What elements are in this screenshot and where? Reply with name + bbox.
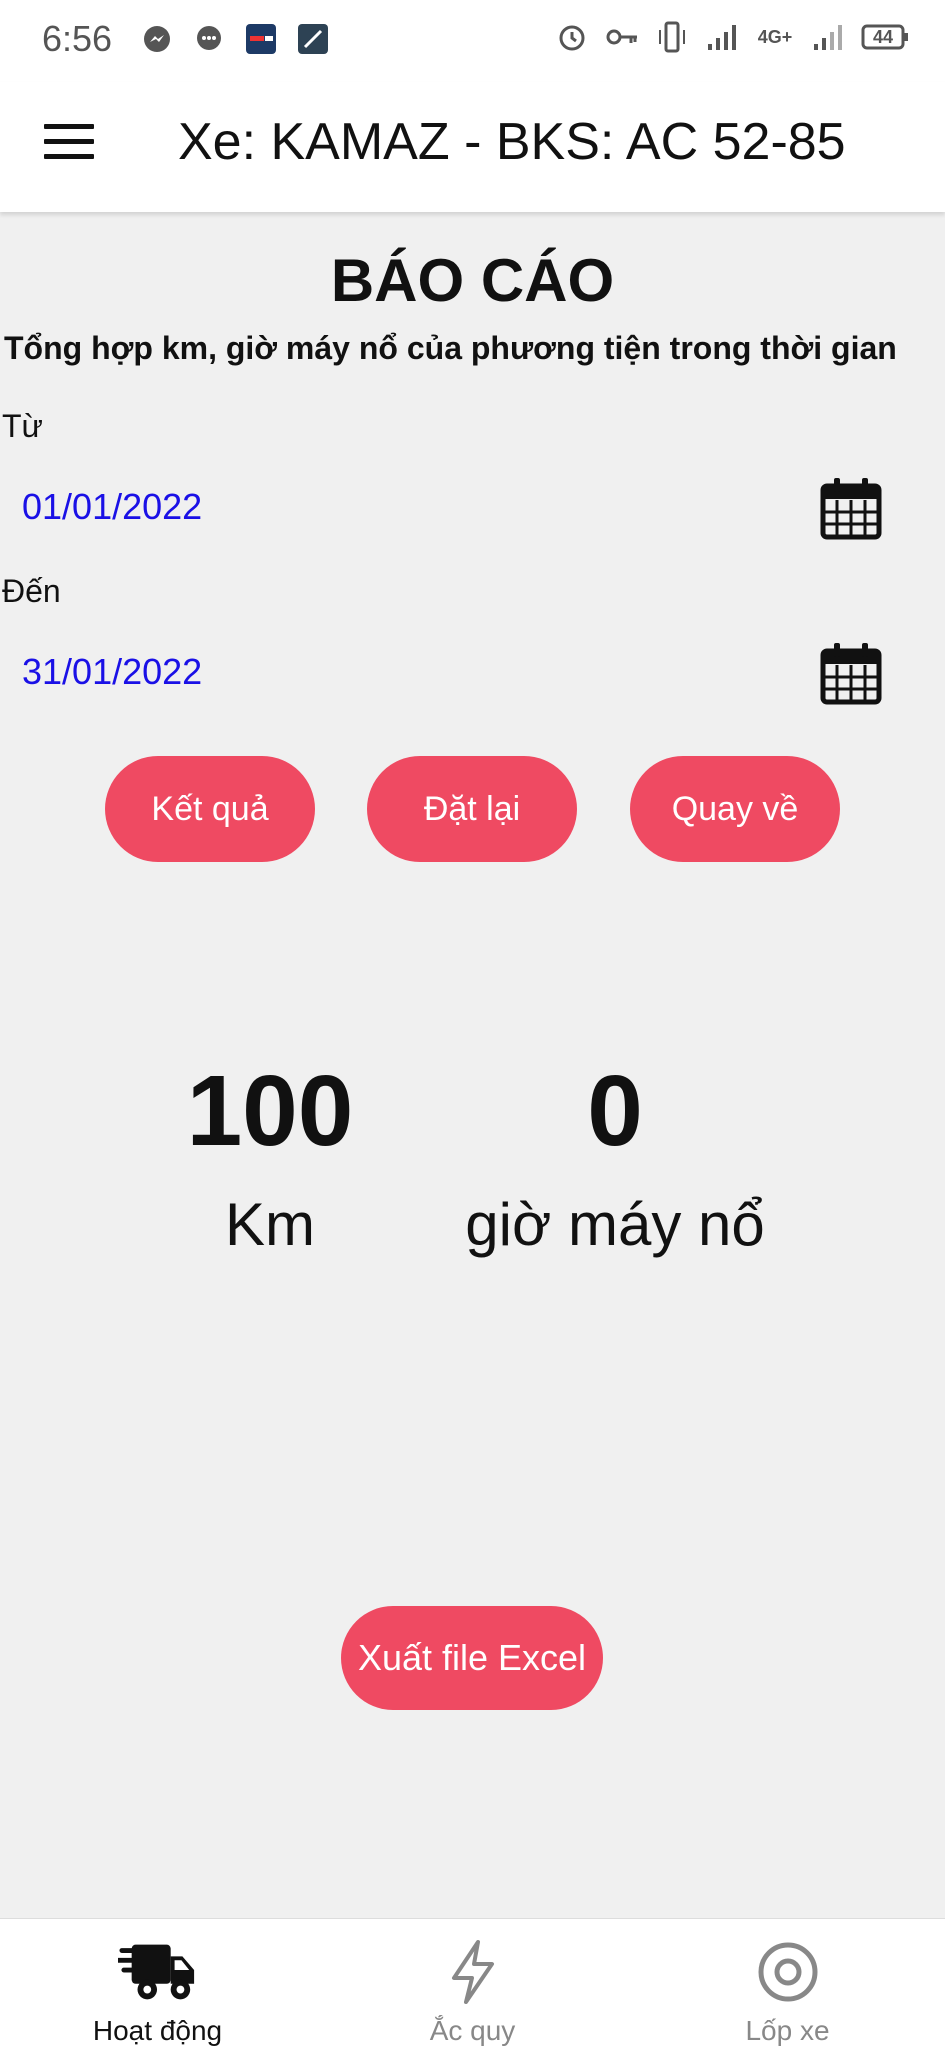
lightning-icon <box>433 1937 513 2007</box>
engine-hours-label: giờ máy nổ <box>465 1191 765 1258</box>
km-label: Km <box>225 1191 315 1258</box>
export-excel-button[interactable]: Xuất file Excel <box>341 1606 603 1710</box>
to-label: Đến <box>2 573 61 609</box>
engine-hours-value: 0 <box>587 1055 643 1167</box>
report-subtitle: Tổng hợp km, giờ máy nổ của phương tiện … <box>4 330 897 366</box>
to-date-field[interactable]: 31/01/2022 <box>22 651 202 693</box>
status-left-icons <box>140 22 330 56</box>
truck-icon <box>117 1937 198 2007</box>
km-value: 100 <box>186 1055 354 1167</box>
tire-icon <box>748 1937 828 2007</box>
signal-icon <box>705 20 739 54</box>
messenger-icon <box>140 22 174 56</box>
status-right-icons: 4G+ 44 <box>555 20 909 54</box>
nav-label-battery: Ắc quy <box>429 2015 516 2046</box>
from-date-field[interactable]: 01/01/2022 <box>22 486 202 528</box>
nav-label-activity: Hoạt động <box>92 2015 223 2046</box>
from-label: Từ <box>2 408 43 444</box>
chat-icon <box>192 22 226 56</box>
back-button[interactable]: Quay về <box>630 756 840 862</box>
to-calendar-icon[interactable] <box>820 641 882 705</box>
key-icon <box>605 20 639 54</box>
alarm-icon <box>555 20 589 54</box>
signal-icon-2 <box>811 20 845 54</box>
vibrate-icon <box>655 20 689 54</box>
battery-level: 44 <box>872 26 894 47</box>
hamburger-menu-icon[interactable] <box>44 124 94 164</box>
app-icon-2 <box>296 22 330 56</box>
result-button[interactable]: Kết quả <box>105 756 315 862</box>
nav-item-tire[interactable]: Lốp xe <box>630 1919 945 2048</box>
status-time: 6:56 <box>42 18 113 59</box>
status-bar: 6:56 4G+ 44 <box>0 0 945 82</box>
nav-item-activity[interactable]: Hoạt động <box>0 1919 315 2048</box>
nav-label-tire: Lốp xe <box>745 2015 830 2046</box>
report-title: BÁO CÁO <box>330 247 615 314</box>
page-title: Xe: KAMAZ - BKS: AC 52-85 <box>178 113 846 171</box>
bottom-nav: Hoạt động Ắc quy Lốp xe <box>0 1918 945 2048</box>
reset-button[interactable]: Đặt lại <box>367 756 577 862</box>
app-icon <box>244 22 278 56</box>
app-bar: Xe: KAMAZ - BKS: AC 52-85 <box>0 82 945 212</box>
network-type: 4G+ <box>757 26 793 47</box>
from-calendar-icon[interactable] <box>820 476 882 540</box>
nav-item-battery[interactable]: Ắc quy <box>315 1919 630 2048</box>
network-icon: 4G+ <box>755 20 795 54</box>
battery-icon: 44 <box>861 20 909 54</box>
